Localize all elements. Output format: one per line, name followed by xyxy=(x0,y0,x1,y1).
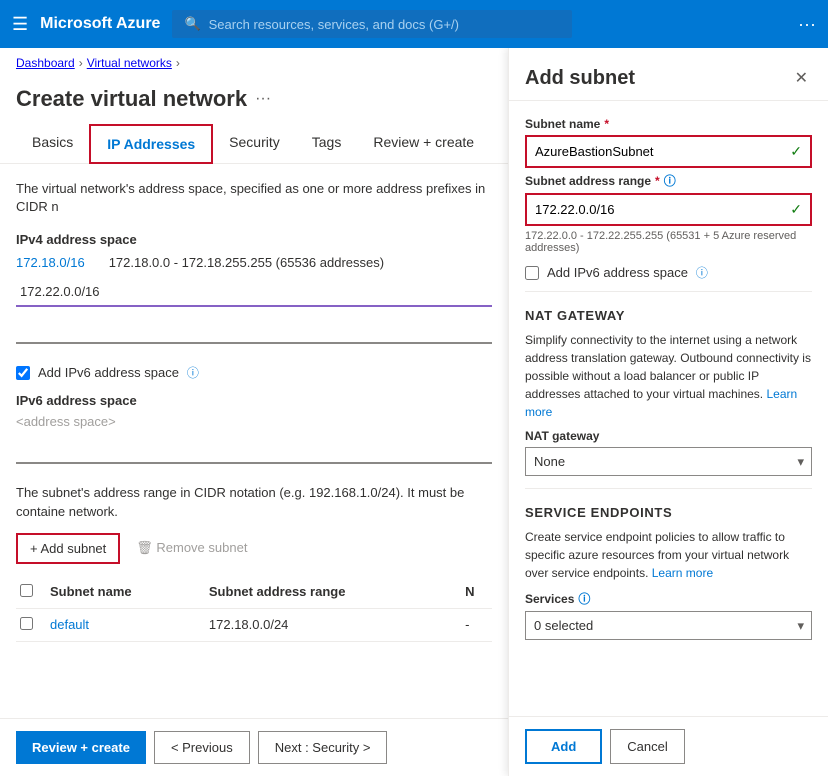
row-checkbox[interactable] xyxy=(20,617,33,630)
hamburger-icon[interactable]: ☰ xyxy=(12,14,28,35)
add-button[interactable]: Add xyxy=(525,729,602,764)
panel-footer: Add Cancel xyxy=(509,716,828,776)
breadcrumb-dashboard[interactable]: Dashboard xyxy=(16,56,75,70)
main-container: Dashboard › Virtual networks › Create vi… xyxy=(0,48,828,776)
subnet-description: The subnet's address range in CIDR notat… xyxy=(16,484,492,520)
left-panel: Dashboard › Virtual networks › Create vi… xyxy=(0,48,508,776)
close-panel-button[interactable]: ✕ xyxy=(791,64,812,92)
nat-gateway-desc: Simplify connectivity to the internet us… xyxy=(525,331,812,421)
table-row: default 172.18.0.0/24 - xyxy=(16,608,492,641)
page-title: Create virtual network xyxy=(16,86,247,112)
tab-tags[interactable]: Tags xyxy=(296,124,358,163)
table-col-range: Subnet address range xyxy=(205,576,461,609)
subnet-name-link[interactable]: default xyxy=(50,617,89,632)
previous-button[interactable]: < Previous xyxy=(154,731,250,764)
nat-gateway-section-title: NAT GATEWAY xyxy=(525,308,812,323)
service-endpoints-section-title: SERVICE ENDPOINTS xyxy=(525,505,812,520)
subnet-address-valid-icon: ✓ xyxy=(790,201,802,218)
ipv6-input[interactable] xyxy=(16,435,492,464)
nat-gateway-label: NAT gateway xyxy=(525,429,812,443)
subnet-address-required: * xyxy=(655,174,660,188)
search-input[interactable] xyxy=(209,17,561,32)
content-area: The virtual network's address space, spe… xyxy=(0,164,508,718)
row-extra-cell: - xyxy=(461,608,492,641)
table-col-extra: N xyxy=(461,576,492,609)
ipv4-range: 172.18.0.0 - 172.18.255.255 (65536 addre… xyxy=(109,255,384,270)
select-all-checkbox[interactable] xyxy=(20,584,33,597)
brand-logo: Microsoft Azure xyxy=(40,15,160,33)
subnet-table: Subnet name Subnet address range N defau… xyxy=(16,576,492,642)
review-create-button[interactable]: Review + create xyxy=(16,731,146,764)
breadcrumb: Dashboard › Virtual networks › xyxy=(0,48,508,78)
panel-content: Subnet name * ✓ Subnet address range * ⓘ… xyxy=(509,101,828,716)
nat-gateway-select-container: None ▾ xyxy=(525,447,812,476)
page-title-area: Create virtual network ··· xyxy=(0,78,508,124)
subnet-address-info-icon[interactable]: ⓘ xyxy=(664,172,676,189)
subnet-name-label: Subnet name * xyxy=(525,117,812,131)
add-subnet-button[interactable]: + Add subnet xyxy=(16,533,120,564)
subnet-name-required: * xyxy=(604,117,609,131)
tab-security[interactable]: Security xyxy=(213,124,296,163)
page-dots-menu[interactable]: ··· xyxy=(255,90,271,108)
table-col-check xyxy=(16,576,46,609)
row-checkbox-cell xyxy=(16,608,46,641)
subnet-address-label: Subnet address range * ⓘ xyxy=(525,172,812,189)
ipv4-section-title: IPv4 address space xyxy=(16,232,492,247)
ipv6-section: IPv6 address space <address space> xyxy=(16,393,492,472)
subnet-address-input-container: ✓ xyxy=(525,193,812,226)
left-footer: Review + create < Previous Next : Securi… xyxy=(0,718,508,776)
panel-header: Add subnet ✕ xyxy=(509,48,828,101)
row-name-cell: default xyxy=(46,608,205,641)
tabs-container: Basics IP Addresses Security Tags Review… xyxy=(0,124,508,164)
subnet-name-input[interactable] xyxy=(535,144,790,159)
subnet-address-range-hint: 172.22.0.0 - 172.22.255.255 (65531 + 5 A… xyxy=(525,230,812,254)
table-col-name: Subnet name xyxy=(46,576,205,609)
ipv6-placeholder: <address space> xyxy=(16,414,492,429)
panel-ipv6-label: Add IPv6 address space xyxy=(547,265,688,280)
tab-review-create[interactable]: Review + create xyxy=(357,124,490,163)
section-description: The virtual network's address space, spe… xyxy=(16,180,492,216)
remove-subnet-button[interactable]: 🗑 Remove subnet xyxy=(124,533,259,564)
search-icon: 🔍 xyxy=(184,16,200,32)
ipv6-checkbox-row: Add IPv6 address space ⓘ xyxy=(16,364,492,381)
ipv4-address: 172.18.0/16 xyxy=(16,255,85,270)
tab-ip-addresses[interactable]: IP Addresses xyxy=(89,124,213,164)
top-navigation: ☰ Microsoft Azure 🔍 ··· xyxy=(0,0,828,48)
subnet-address-input[interactable] xyxy=(535,202,790,217)
divider-1 xyxy=(525,291,812,292)
subnet-name-valid-icon: ✓ xyxy=(790,143,802,160)
panel-ipv6-checkbox-row: Add IPv6 address space ⓘ xyxy=(525,264,812,281)
right-panel: Add subnet ✕ Subnet name * ✓ Subnet addr… xyxy=(508,48,828,776)
subnet-name-input-container: ✓ xyxy=(525,135,812,168)
ipv6-checkbox[interactable] xyxy=(16,366,30,380)
search-bar[interactable]: 🔍 xyxy=(172,10,572,38)
panel-ipv6-checkbox[interactable] xyxy=(525,266,539,280)
ipv4-address-row: 172.18.0/16 172.18.0.0 - 172.18.255.255 … xyxy=(16,255,492,270)
nat-gateway-select[interactable]: None xyxy=(525,447,812,476)
services-select[interactable]: 0 selected xyxy=(525,611,812,640)
cancel-button[interactable]: Cancel xyxy=(610,729,684,764)
row-range-cell: 172.18.0.0/24 xyxy=(205,608,461,641)
services-info-icon[interactable]: ⓘ xyxy=(578,590,590,607)
next-security-button[interactable]: Next : Security > xyxy=(258,731,388,764)
services-select-container: 0 selected ▾ xyxy=(525,611,812,640)
breadcrumb-sep1: › xyxy=(79,56,83,70)
more-options-icon[interactable]: ··· xyxy=(798,14,816,35)
tab-basics[interactable]: Basics xyxy=(16,124,89,163)
ipv6-section-title: IPv6 address space xyxy=(16,393,492,408)
ipv4-input-1[interactable] xyxy=(16,278,492,307)
panel-title: Add subnet xyxy=(525,67,635,90)
service-endpoints-learn-more[interactable]: Learn more xyxy=(652,566,713,580)
divider-2 xyxy=(525,488,812,489)
ipv4-input-2[interactable] xyxy=(16,315,492,344)
ipv6-checkbox-label: Add IPv6 address space xyxy=(38,365,179,380)
breadcrumb-virtual-networks[interactable]: Virtual networks xyxy=(87,56,172,70)
ipv6-info-icon[interactable]: ⓘ xyxy=(187,364,199,381)
services-label: Services ⓘ xyxy=(525,590,812,607)
subnet-actions-row: + Add subnet 🗑 Remove subnet xyxy=(16,533,492,564)
panel-ipv6-info-icon[interactable]: ⓘ xyxy=(696,264,708,281)
service-endpoints-desc: Create service endpoint policies to allo… xyxy=(525,528,812,582)
breadcrumb-sep2: › xyxy=(176,56,180,70)
